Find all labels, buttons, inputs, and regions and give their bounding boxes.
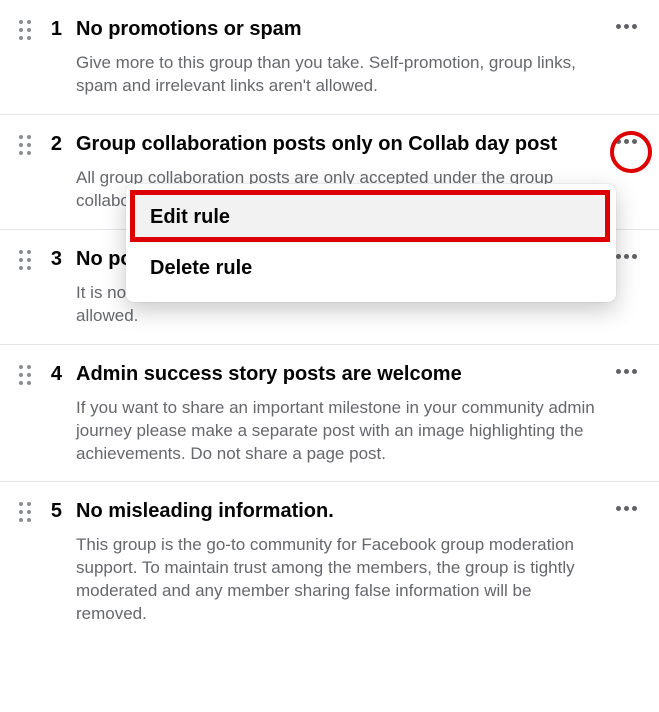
rule-number: 2 xyxy=(40,131,76,156)
rule-content: No misleading information. This group is… xyxy=(76,498,647,626)
rule-title: No misleading information. xyxy=(76,498,607,524)
drag-column xyxy=(12,246,40,272)
drag-column xyxy=(12,361,40,387)
more-options-icon[interactable] xyxy=(610,363,643,380)
rule-title: Group collaboration posts only on Collab… xyxy=(76,131,607,157)
drag-handle-icon[interactable] xyxy=(19,250,33,272)
rule-description: Give more to this group than you take. S… xyxy=(76,52,607,98)
rule-item: 1 No promotions or spam Give more to thi… xyxy=(0,0,659,115)
drag-column xyxy=(12,16,40,42)
rule-item: 4 Admin success story posts are welcome … xyxy=(0,345,659,483)
rule-number: 4 xyxy=(40,361,76,386)
rules-list: 1 No promotions or spam Give more to thi… xyxy=(0,0,659,642)
rule-number: 3 xyxy=(40,246,76,271)
rule-number: 5 xyxy=(40,498,76,523)
more-options-icon[interactable] xyxy=(610,133,643,150)
drag-handle-icon[interactable] xyxy=(19,502,33,524)
rule-item: 5 No misleading information. This group … xyxy=(0,482,659,642)
rules-container: 1 No promotions or spam Give more to thi… xyxy=(0,0,659,642)
drag-column xyxy=(12,498,40,524)
drag-handle-icon[interactable] xyxy=(19,20,33,42)
rule-description: If you want to share an important milest… xyxy=(76,397,607,466)
rule-number: 1 xyxy=(40,16,76,41)
rule-content: Admin success story posts are welcome If… xyxy=(76,361,647,466)
rule-content: No promotions or spam Give more to this … xyxy=(76,16,647,98)
rule-title: No promotions or spam xyxy=(76,16,607,42)
drag-handle-icon[interactable] xyxy=(19,365,33,387)
rule-title: Admin success story posts are welcome xyxy=(76,361,607,387)
more-options-icon[interactable] xyxy=(610,18,643,35)
drag-handle-icon[interactable] xyxy=(19,135,33,157)
delete-rule-menu-item[interactable]: Delete rule xyxy=(134,243,608,294)
rule-options-menu: Edit rule Delete rule xyxy=(126,184,616,302)
drag-column xyxy=(12,131,40,157)
edit-rule-menu-item[interactable]: Edit rule xyxy=(134,192,608,243)
rule-description: This group is the go-to community for Fa… xyxy=(76,534,607,626)
